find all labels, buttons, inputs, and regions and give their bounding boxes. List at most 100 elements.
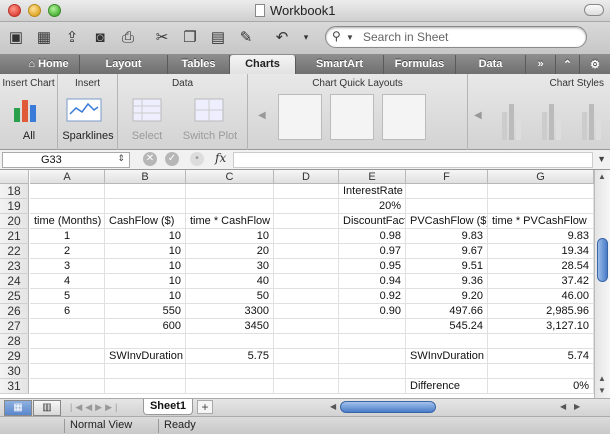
quick-layout-2[interactable] — [330, 94, 374, 140]
confirm-entry-icon[interactable]: ✓ — [165, 152, 179, 166]
scroll-left-icon[interactable]: ◀ — [258, 110, 266, 121]
scroll-left-icon[interactable]: ◀ — [474, 110, 482, 121]
cut-icon[interactable]: ✂ — [150, 25, 174, 49]
cell-c21[interactable]: 10 — [186, 229, 274, 244]
cell-a20[interactable]: time (Months) — [30, 214, 105, 229]
cell-c22[interactable]: 20 — [186, 244, 274, 259]
copy-icon[interactable]: ❐ — [178, 25, 202, 49]
cell-a19[interactable] — [30, 199, 105, 214]
cell-b23[interactable]: 10 — [105, 259, 186, 274]
cell-a25[interactable]: 5 — [30, 289, 105, 304]
tab-formulas[interactable]: Formulas — [384, 55, 456, 74]
cell-d26[interactable] — [274, 304, 339, 319]
cell-g20[interactable]: time * PVCashFlow — [488, 214, 594, 229]
ribbon-settings-icon[interactable]: ⚙ — [580, 55, 610, 74]
cell-g31[interactable]: 0% — [488, 379, 594, 394]
cell-e30[interactable] — [339, 364, 406, 379]
cell-e20[interactable]: DiscountFact — [339, 214, 406, 229]
cell-g21[interactable]: 9.83 — [488, 229, 594, 244]
cell-e26[interactable]: 0.90 — [339, 304, 406, 319]
cell-b31[interactable] — [105, 379, 186, 394]
cell-c29[interactable]: 5.75 — [186, 349, 274, 364]
search-field[interactable]: ⚲ ▼ Search in Sheet — [325, 26, 587, 48]
cell-d19[interactable] — [274, 199, 339, 214]
cell-d18[interactable] — [274, 184, 339, 199]
row-header[interactable]: 20 — [0, 214, 29, 229]
quick-layout-3[interactable] — [382, 94, 426, 140]
cell-g30[interactable] — [488, 364, 594, 379]
cell-f18[interactable] — [406, 184, 488, 199]
collapse-ribbon-icon[interactable]: ⌃ — [556, 55, 580, 74]
row-header[interactable]: 18 — [0, 184, 29, 199]
cell-a27[interactable] — [30, 319, 105, 334]
row-header[interactable]: 28 — [0, 334, 29, 349]
templates-icon[interactable]: ▦ — [32, 25, 56, 49]
cell-d25[interactable] — [274, 289, 339, 304]
cell-e29[interactable] — [339, 349, 406, 364]
column-header-c[interactable]: C — [186, 170, 274, 184]
quick-layout-1[interactable] — [278, 94, 322, 140]
column-header-a[interactable]: A — [30, 170, 105, 184]
select-data-button[interactable]: Select — [124, 130, 170, 142]
cell-d24[interactable] — [274, 274, 339, 289]
cell-b18[interactable] — [105, 184, 186, 199]
column-header-g[interactable]: G — [488, 170, 594, 184]
cell-b21[interactable]: 10 — [105, 229, 186, 244]
cell-c18[interactable] — [186, 184, 274, 199]
name-box[interactable]: G33 ⇕ — [2, 152, 130, 168]
select-all-corner[interactable] — [0, 170, 29, 184]
cell-e27[interactable] — [339, 319, 406, 334]
sparklines-icon[interactable] — [66, 98, 104, 122]
undo-icon[interactable]: ↶ — [270, 25, 294, 49]
cell-b19[interactable] — [105, 199, 186, 214]
row-header[interactable]: 25 — [0, 289, 29, 304]
minimize-window-icon[interactable] — [28, 4, 41, 17]
cell-f27[interactable]: 545.24 — [406, 319, 488, 334]
cell-g23[interactable]: 28.54 — [488, 259, 594, 274]
cell-a31[interactable] — [30, 379, 105, 394]
cell-g18[interactable] — [488, 184, 594, 199]
cell-d28[interactable] — [274, 334, 339, 349]
cell-e25[interactable]: 0.92 — [339, 289, 406, 304]
cell-e22[interactable]: 0.97 — [339, 244, 406, 259]
cell-a28[interactable] — [30, 334, 105, 349]
scroll-up-icon[interactable]: ▲ — [595, 374, 609, 383]
row-header[interactable]: 30 — [0, 364, 29, 379]
page-layout-view-icon[interactable]: ▥ — [33, 400, 61, 416]
tab-data[interactable]: Data — [456, 55, 526, 74]
sparklines-button[interactable]: Sparklines — [58, 130, 118, 142]
cell-a22[interactable]: 2 — [30, 244, 105, 259]
cell-g28[interactable] — [488, 334, 594, 349]
open-folder-icon[interactable]: ⇪ — [60, 25, 84, 49]
cell-a24[interactable]: 4 — [30, 274, 105, 289]
switch-plot-icon[interactable] — [194, 98, 224, 122]
cell-f22[interactable]: 9.67 — [406, 244, 488, 259]
cell-f28[interactable] — [406, 334, 488, 349]
cell-e28[interactable] — [339, 334, 406, 349]
cell-f23[interactable]: 9.51 — [406, 259, 488, 274]
insert-function-button[interactable]: fx — [215, 151, 226, 165]
chart-style-thumbnails[interactable] — [498, 98, 608, 142]
cell-d29[interactable] — [274, 349, 339, 364]
horizontal-scroll-thumb[interactable] — [340, 401, 436, 413]
column-header-f[interactable]: F — [406, 170, 488, 184]
scroll-left-icon[interactable]: ◀ — [330, 402, 336, 411]
column-header-e[interactable]: E — [339, 170, 406, 184]
formula-input[interactable] — [233, 152, 593, 168]
cell-g19[interactable] — [488, 199, 594, 214]
cell-c23[interactable]: 30 — [186, 259, 274, 274]
cell-g27[interactable]: 3,127.10 — [488, 319, 594, 334]
row-header[interactable]: 26 — [0, 304, 29, 319]
chevron-down-icon[interactable]: ▼ — [346, 33, 354, 42]
cell-b22[interactable]: 10 — [105, 244, 186, 259]
row-header[interactable]: 19 — [0, 199, 29, 214]
cell-b30[interactable] — [105, 364, 186, 379]
row-header[interactable]: 24 — [0, 274, 29, 289]
vertical-scrollbar[interactable]: ▲ ▲ ▼ — [594, 170, 610, 398]
cell-c28[interactable] — [186, 334, 274, 349]
cell-a18[interactable] — [30, 184, 105, 199]
cell-a23[interactable]: 3 — [30, 259, 105, 274]
cell-f30[interactable] — [406, 364, 488, 379]
row-header[interactable]: 27 — [0, 319, 29, 334]
worksheet-grid[interactable]: A B C D E F G 18 InterestRate 19 20% 20 time (Months… — [0, 170, 594, 398]
